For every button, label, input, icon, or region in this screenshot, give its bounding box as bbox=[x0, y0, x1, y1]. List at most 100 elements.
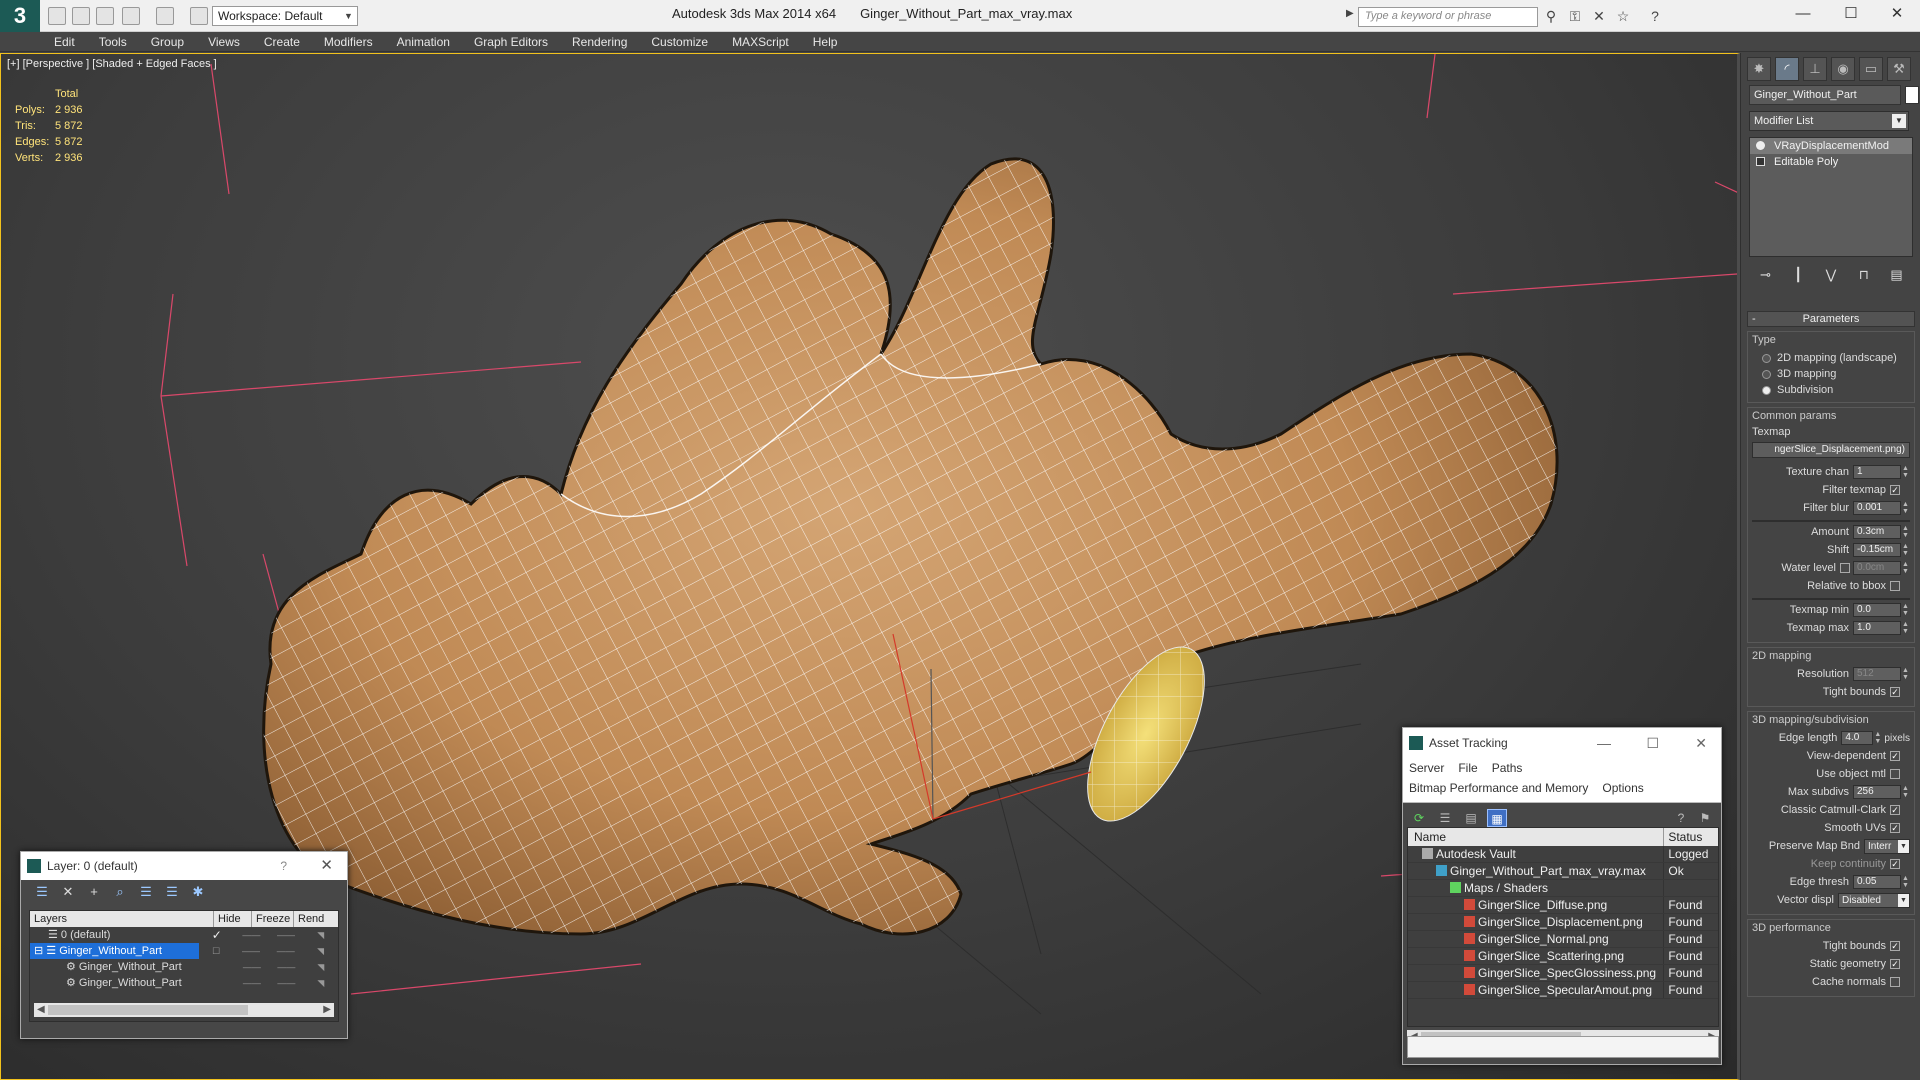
grid-view-icon[interactable]: ▦ bbox=[1487, 809, 1507, 827]
water-level-checkbox[interactable] bbox=[1840, 563, 1850, 573]
asset-row[interactable]: GingerSlice_SpecularAmout.png Found bbox=[1408, 982, 1718, 999]
menu-rendering[interactable]: Rendering bbox=[560, 32, 639, 52]
tight-bounds-checkbox[interactable]: ✓ bbox=[1890, 687, 1900, 697]
layer-row[interactable]: ⚙ Ginger_Without_Part —— —— ◥ bbox=[30, 975, 338, 991]
chevron-down-icon[interactable]: ▼ bbox=[1898, 839, 1909, 853]
expand-box-icon[interactable] bbox=[1756, 157, 1765, 166]
new-layer-icon[interactable]: ☰ bbox=[33, 884, 51, 900]
show-end-result-icon[interactable]: ┃ bbox=[1788, 265, 1808, 285]
create-tab-icon[interactable]: ✸ bbox=[1747, 57, 1771, 81]
col-status[interactable]: Status bbox=[1664, 828, 1718, 846]
keep-continuity-checkbox[interactable]: ✓ bbox=[1890, 859, 1900, 869]
asset-row[interactable]: Ginger_Without_Part_max_vray.max Ok bbox=[1408, 863, 1718, 880]
object-color-swatch[interactable] bbox=[1905, 86, 1919, 104]
utilities-tab-icon[interactable]: ⚒ bbox=[1887, 57, 1911, 81]
smooth-uvs-checkbox[interactable]: ✓ bbox=[1890, 823, 1900, 833]
spinner-arrows-icon[interactable]: ▲ ▼ bbox=[1902, 785, 1910, 799]
delete-layer-icon[interactable]: ✕ bbox=[59, 884, 77, 900]
spinner-arrows-icon[interactable]: ▲ ▼ bbox=[1902, 525, 1910, 539]
render-toggle-icon[interactable]: ◥ bbox=[304, 975, 338, 991]
select-in-layer-icon[interactable]: ⌕ bbox=[111, 884, 129, 900]
radio-button[interactable] bbox=[1762, 385, 1771, 395]
filter-blur-spinner[interactable]: 0.001 bbox=[1853, 501, 1901, 515]
collapse-icon[interactable]: - bbox=[1752, 312, 1756, 326]
project-folder-icon[interactable] bbox=[190, 7, 208, 25]
viewport-label[interactable]: [+] [Perspective ] [Shaded + Edged Faces… bbox=[7, 58, 217, 70]
edge-thresh-spinner[interactable]: 0.05 bbox=[1853, 875, 1901, 889]
remove-modifier-icon[interactable]: ⊓ bbox=[1854, 265, 1874, 285]
hide-toggle[interactable]: —— bbox=[234, 943, 269, 959]
asset-row[interactable]: Autodesk Vault Logged bbox=[1408, 846, 1718, 863]
perf-tight-bounds-checkbox[interactable]: ✓ bbox=[1890, 941, 1900, 951]
asset-menu-file[interactable]: File bbox=[1458, 758, 1477, 778]
spinner-arrows-icon[interactable]: ▲ ▼ bbox=[1902, 603, 1910, 617]
relative-bbox-checkbox[interactable] bbox=[1890, 581, 1900, 591]
modifier-list-dropdown[interactable]: Modifier List ▼ bbox=[1749, 111, 1909, 131]
static-geometry-checkbox[interactable]: ✓ bbox=[1890, 959, 1900, 969]
col-render[interactable]: Rend bbox=[294, 911, 338, 927]
save-file-icon[interactable] bbox=[96, 7, 114, 25]
layer-row[interactable]: ⊟ ☰ Ginger_Without_Part ☐ —— —— ◥ bbox=[30, 943, 338, 959]
help-icon[interactable]: ? bbox=[280, 852, 287, 880]
view-dependent-checkbox[interactable]: ✓ bbox=[1890, 751, 1900, 761]
menu-graph-editors[interactable]: Graph Editors bbox=[462, 32, 560, 52]
texture-chan-spinner[interactable]: 1 bbox=[1853, 465, 1901, 479]
asset-status-field[interactable] bbox=[1407, 1036, 1719, 1058]
menu-tools[interactable]: Tools bbox=[87, 32, 139, 52]
spinner-arrows-icon[interactable]: ▲ ▼ bbox=[1902, 543, 1910, 557]
scrollbar-thumb[interactable] bbox=[48, 1005, 248, 1015]
preserve-map-dropdown[interactable]: Interr ▼ bbox=[1864, 838, 1910, 854]
radio-3d-mapping[interactable]: 3D mapping bbox=[1752, 366, 1910, 382]
layer-horizontal-scrollbar[interactable]: ◀ ▶ bbox=[34, 1003, 334, 1017]
layer-row[interactable]: ☰ 0 (default) ✓ —— —— ◥ bbox=[30, 927, 338, 943]
workspace-dropdown[interactable]: Workspace: Default bbox=[212, 6, 358, 26]
minimize-icon[interactable]: — bbox=[1597, 728, 1611, 758]
spinner-arrows-icon[interactable]: ▲ ▼ bbox=[1902, 621, 1910, 635]
texmap-button[interactable]: ngerSlice_Displacement.png) bbox=[1752, 442, 1910, 458]
spinner-arrows-icon[interactable]: ▲ ▼ bbox=[1874, 731, 1882, 745]
spinner-arrows-icon[interactable]: ▲ ▼ bbox=[1902, 667, 1910, 681]
filter-texmap-checkbox[interactable]: ✓ bbox=[1890, 485, 1900, 495]
hierarchy-tab-icon[interactable]: ⊥ bbox=[1803, 57, 1827, 81]
scroll-left-icon[interactable]: ◀ bbox=[37, 1003, 45, 1017]
chevron-down-icon[interactable]: ▼ bbox=[1892, 114, 1906, 128]
menu-edit[interactable]: Edit bbox=[42, 32, 87, 52]
chevron-down-icon[interactable]: ▼ bbox=[1898, 893, 1909, 907]
configure-sets-icon[interactable]: ▤ bbox=[1887, 265, 1907, 285]
hide-toggle[interactable]: —— bbox=[234, 927, 269, 943]
edge-length-spinner[interactable]: 4.0 bbox=[1841, 731, 1874, 745]
shift-spinner[interactable]: -0.15cm bbox=[1853, 543, 1901, 557]
parameters-rollout-header[interactable]: - Parameters bbox=[1747, 311, 1915, 327]
texmap-min-spinner[interactable]: 0.0 bbox=[1853, 603, 1901, 617]
col-freeze[interactable]: Freeze bbox=[252, 911, 294, 927]
water-level-spinner[interactable]: 0.0cm bbox=[1853, 561, 1901, 575]
asset-menu-server[interactable]: Server bbox=[1409, 758, 1444, 778]
search-expand-icon[interactable]: ▶ bbox=[1346, 8, 1354, 19]
amount-spinner[interactable]: 0.3cm bbox=[1853, 525, 1901, 539]
active-check-icon[interactable]: ✓ bbox=[199, 927, 234, 943]
layer-window-title-bar[interactable]: Layer: 0 (default) ? ✕ bbox=[21, 852, 347, 880]
radio-2d-mapping[interactable]: 2D mapping (landscape) bbox=[1752, 350, 1910, 366]
asset-menu-options[interactable]: Options bbox=[1602, 778, 1643, 798]
highlight-layer-icon[interactable]: ☰ bbox=[137, 884, 155, 900]
list-view-icon[interactable]: ☰ bbox=[1435, 809, 1455, 827]
search-input[interactable]: Type a keyword or phrase bbox=[1358, 7, 1538, 27]
col-layers[interactable]: Layers bbox=[30, 911, 214, 927]
add-to-layer-icon[interactable]: + bbox=[85, 884, 103, 900]
menu-animation[interactable]: Animation bbox=[385, 32, 462, 52]
resolution-spinner[interactable]: 512 bbox=[1853, 667, 1901, 681]
asset-row[interactable]: GingerSlice_Diffuse.png Found bbox=[1408, 897, 1718, 914]
make-unique-icon[interactable]: ⋁ bbox=[1821, 265, 1841, 285]
freeze-toggle[interactable]: —— bbox=[268, 943, 303, 959]
col-hide[interactable]: Hide bbox=[214, 911, 252, 927]
menu-group[interactable]: Group bbox=[139, 32, 196, 52]
render-toggle-icon[interactable]: ◥ bbox=[303, 927, 338, 943]
render-toggle-icon[interactable]: ◥ bbox=[303, 943, 338, 959]
asset-menu-paths[interactable]: Paths bbox=[1492, 758, 1523, 778]
maximize-icon[interactable]: ☐ bbox=[1646, 728, 1659, 758]
menu-maxscript[interactable]: MAXScript bbox=[720, 32, 801, 52]
table-view-icon[interactable]: ▤ bbox=[1461, 809, 1481, 827]
help-icon[interactable]: ? bbox=[1671, 809, 1691, 827]
asset-window-title-bar[interactable]: Asset Tracking — ☐ ✕ bbox=[1403, 728, 1721, 758]
modify-tab-icon[interactable]: ◜ bbox=[1775, 57, 1799, 81]
